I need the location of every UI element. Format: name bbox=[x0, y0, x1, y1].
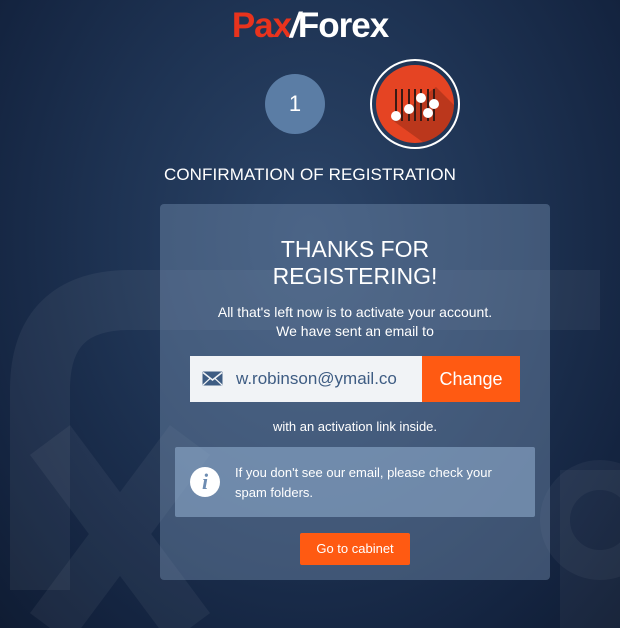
spam-notice-text: If you don't see our email, please check… bbox=[235, 465, 492, 500]
spam-notice: i If you don't see our email, please che… bbox=[175, 447, 535, 517]
card-title: THANKS FOR REGISTERING! bbox=[160, 236, 550, 290]
email-field[interactable]: w.robinson@ymail.co bbox=[190, 356, 422, 402]
go-to-cabinet-button[interactable]: Go to cabinet bbox=[300, 533, 410, 565]
change-email-button[interactable]: Change bbox=[422, 356, 520, 402]
paxforex-logo: Pax/Forex bbox=[0, 8, 620, 44]
card-message-line2: We have sent an email to bbox=[276, 323, 434, 339]
card-title-line1: THANKS FOR bbox=[280, 236, 430, 262]
email-row: w.robinson@ymail.co Change bbox=[190, 356, 520, 402]
step-2-indicator bbox=[370, 59, 460, 149]
logo-text-part2: Forex bbox=[297, 6, 389, 45]
card-message: All that's left now is to activate your … bbox=[160, 303, 550, 341]
logo-text-part1: Pax bbox=[231, 6, 292, 45]
sliders-icon bbox=[376, 65, 454, 143]
email-value: w.robinson@ymail.co bbox=[236, 369, 397, 388]
card-title-line2: REGISTERING! bbox=[272, 263, 438, 289]
step-1-indicator: 1 bbox=[265, 74, 325, 134]
mail-icon bbox=[202, 371, 223, 386]
registration-card: THANKS FOR REGISTERING! All that's left … bbox=[160, 204, 550, 580]
activation-text: with an activation link inside. bbox=[272, 419, 438, 434]
info-icon: i bbox=[190, 467, 220, 497]
page-title: CONFIRMATION OF REGISTRATION bbox=[163, 165, 457, 184]
card-message-line1: All that's left now is to activate your … bbox=[217, 304, 493, 320]
step-1-number: 1 bbox=[288, 91, 302, 116]
